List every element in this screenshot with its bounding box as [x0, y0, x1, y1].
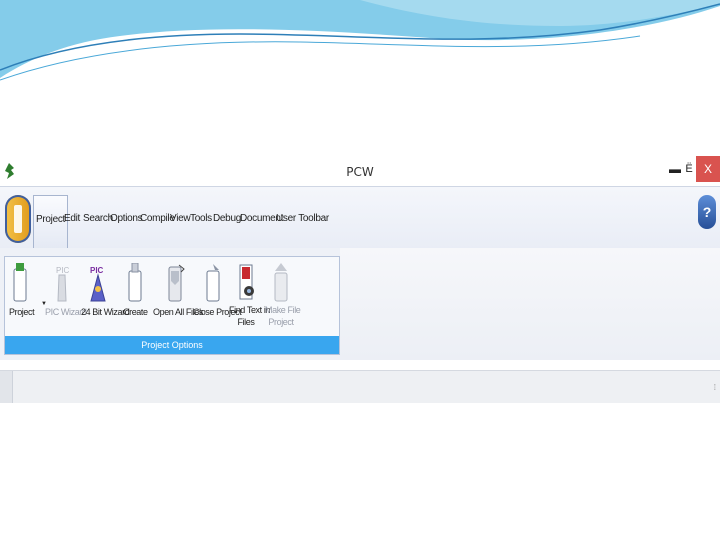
minimize-button[interactable]: ▬ — [668, 156, 682, 182]
open-all-files-label: Open All Files — [153, 307, 203, 317]
open-all-files-button[interactable]: Open All Files — [153, 263, 203, 317]
status-left-panel — [0, 371, 13, 403]
project-button[interactable]: Project — [9, 263, 35, 317]
tab-user-toolbar[interactable]: User Toolbar — [276, 213, 329, 224]
find-text-label-line2: Files — [237, 317, 255, 327]
pic-wizard-label: PIC Wizard — [45, 307, 87, 317]
ribbon: Project ▼ PIC PIC Wizard PIC 24 Bit Wiza… — [0, 248, 720, 360]
find-text-label-line1: Find Text in — [229, 305, 271, 315]
find-text-in-files-button[interactable]: Find Text in Files — [229, 263, 271, 327]
find-text-icon — [239, 264, 254, 300]
24bit-wizard-label: 24 Bit Wizard — [81, 307, 130, 317]
maximize-button[interactable]: Ё — [682, 156, 696, 182]
help-button[interactable]: ? — [698, 195, 716, 229]
close-button[interactable]: X — [696, 156, 720, 182]
tab-edit[interactable]: Edit — [64, 213, 80, 224]
make-file-project-button[interactable]: Make File Project — [265, 263, 301, 327]
tab-debug[interactable]: Debug — [213, 213, 241, 224]
app-menu-button[interactable] — [5, 195, 31, 243]
pic-wizard-icon: PIC — [56, 266, 70, 302]
pic-wizard-button[interactable]: PIC PIC Wizard — [45, 263, 87, 317]
create-icon — [128, 263, 142, 302]
project-icon — [13, 263, 27, 302]
tab-options[interactable]: Options — [110, 213, 143, 224]
app-orb-icon — [14, 205, 22, 233]
ribbon-background — [340, 248, 720, 360]
close-project-button[interactable]: Close Project — [193, 263, 242, 317]
status-bar: ⁞ — [0, 370, 720, 403]
make-file-project-icon — [274, 263, 288, 302]
create-label: Create — [123, 307, 148, 317]
tab-tools[interactable]: Tools — [190, 213, 212, 224]
resize-grip-icon[interactable]: ⁞ — [714, 383, 716, 392]
open-all-files-icon — [168, 264, 185, 302]
tab-project[interactable]: Project — [33, 195, 69, 249]
svg-text:PIC: PIC — [90, 266, 104, 275]
project-label: Project — [9, 307, 35, 317]
close-project-label: Close Project — [193, 307, 242, 317]
create-button[interactable]: Create — [123, 263, 148, 317]
make-file-project-label-line2: Project — [268, 317, 294, 327]
ribbon-group-project-options: Project ▼ PIC PIC Wizard PIC 24 Bit Wiza… — [4, 256, 340, 355]
ribbon-group-label: Project Options — [5, 336, 339, 354]
close-project-icon — [206, 264, 220, 302]
pcw-window: PCW ▬ Ё X Project Edit Search Options Co… — [0, 156, 720, 403]
tab-search[interactable]: Search — [83, 213, 113, 224]
svg-text:PIC: PIC — [56, 266, 70, 275]
make-file-project-label-line1: Make File — [265, 305, 301, 315]
24bit-wizard-button[interactable]: PIC 24 Bit Wizard — [81, 263, 130, 317]
title-bar: PCW ▬ Ё X — [0, 156, 720, 186]
tab-view[interactable]: View — [170, 213, 191, 224]
24bit-wizard-icon: PIC — [90, 266, 106, 302]
menu-bar: Project Edit Search Options Compile View… — [0, 186, 720, 250]
slide-wave-decoration — [0, 0, 720, 81]
window-title: PCW — [346, 165, 374, 179]
